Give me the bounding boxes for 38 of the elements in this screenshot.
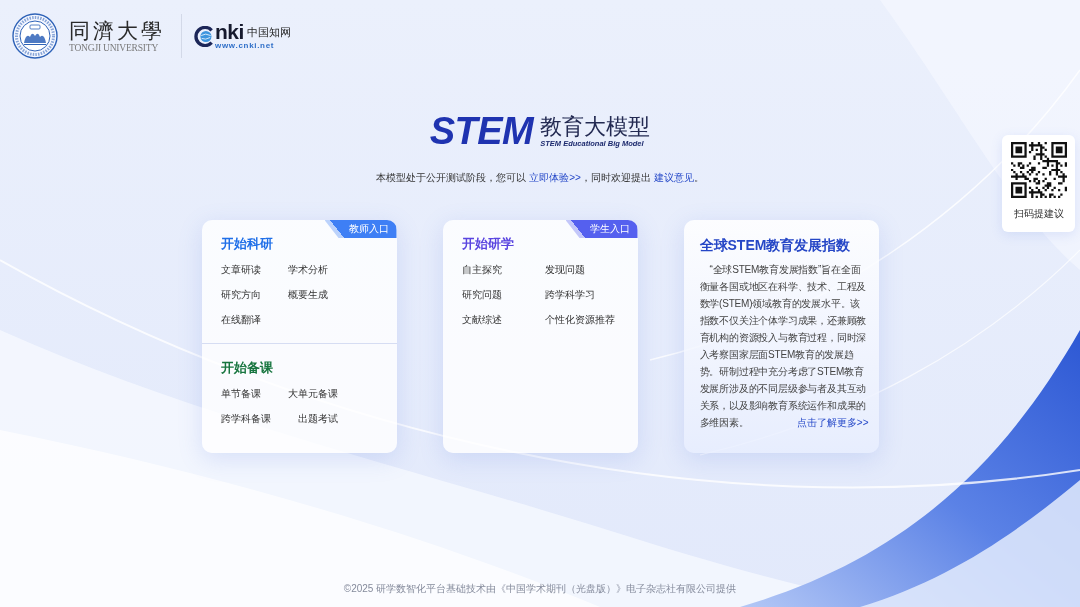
partner-url: www.cnki.net	[215, 40, 276, 50]
feature-link[interactable]: 跨学科备课	[220, 412, 271, 426]
notice-link[interactable]: 建议意见	[653, 172, 694, 183]
feature-link[interactable]: 研究方向	[220, 288, 261, 302]
notice-link[interactable]: 立即体验>>	[529, 172, 581, 183]
feature-link[interactable]: 发现问题	[544, 263, 585, 277]
feature-link[interactable]: 自主探究	[461, 263, 502, 277]
section-title: 开始备课	[220, 360, 273, 376]
globe-icon	[194, 25, 215, 47]
feature-link[interactable]: 大单元备课	[287, 387, 338, 401]
entry-badge[interactable]: 学生入口	[565, 220, 638, 238]
seal-icon	[12, 13, 58, 59]
section-title: 开始研学	[461, 236, 514, 252]
feature-link[interactable]: 研究问题	[461, 288, 502, 302]
product-title-chinese: 教育大模型	[540, 114, 651, 139]
university-english-name: TONGJI UNIVERSITY	[69, 42, 160, 54]
learn-more-link[interactable]: 点击了解更多>>	[796, 414, 869, 431]
entry-badge[interactable]: 教师入口	[324, 220, 397, 238]
feature-link[interactable]: 文献综述	[461, 313, 502, 327]
feature-link[interactable]: 个性化资源推荐	[544, 313, 615, 327]
partner-wordmark: nki	[215, 22, 244, 41]
notice-text: 本模型处于公开测试阶段，您可以 立即体验>>，同时欢迎提出 建议意见。	[376, 172, 704, 184]
feature-link[interactable]: 单节备课	[220, 387, 261, 401]
feature-link[interactable]: 跨学科学习	[544, 288, 595, 302]
qr-code-icon	[1010, 142, 1067, 198]
index-title: 全球STEM教育发展指数	[699, 236, 851, 254]
feature-link[interactable]: 学术分析	[287, 263, 328, 277]
section-title: 开始科研	[220, 236, 273, 252]
feature-link[interactable]: 在线翻译	[220, 313, 261, 327]
feature-link[interactable]: 出题考试	[297, 412, 338, 426]
copyright-text: ©2025 研学数智化平台基础技术由《中国学术期刊（光盘版）》电子杂志社有限公司提供	[342, 583, 738, 596]
qr-label: 扫码提建议	[1013, 208, 1064, 220]
partner-name: 中国知网	[246, 24, 291, 39]
index-description: “全球STEM教育发展指数”旨在全面衡量各国或地区在科学、技术、工程及数学(STEM)领域教育的发展水平。该指数不仅关注个体学习成果，还兼顾教育机构的资源投入与教育过程，同时深入考察国家层面STEM教育的发展趋势。研制过程中充分考虑了STEM教育发展所涉及的不同层级参与者及其互动关系，以及影响教育系统运作和成果的多维因素。 点击了解更多>>	[699, 261, 869, 431]
feature-link[interactable]: 概要生成	[287, 288, 328, 302]
feature-link[interactable]: 文章研读	[220, 263, 261, 277]
university-name: 同濟大學	[69, 18, 165, 43]
product-title: STEM	[429, 113, 534, 149]
